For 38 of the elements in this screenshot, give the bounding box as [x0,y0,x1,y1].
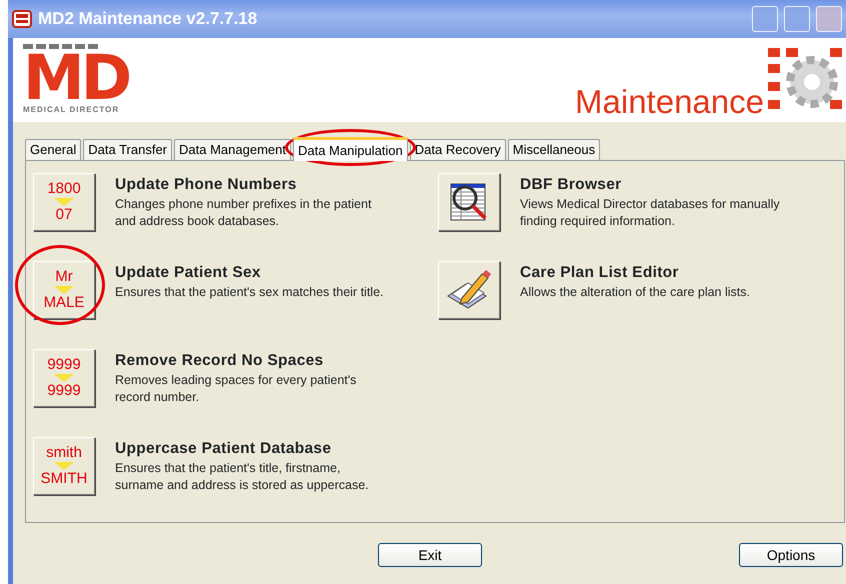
app-icon [12,7,32,31]
tab[interactable]: Data Manipulation [292,137,408,161]
dialog-button[interactable]: Options [739,543,843,567]
arrow-icon [53,373,75,383]
banner-title: Maintenance [575,85,764,118]
arrow-icon [53,461,75,471]
window-title: MD2 Maintenance v2.7.7.18 [38,8,258,30]
tab[interactable]: Miscellaneous [508,139,600,160]
tool-title: Remove Record No Spaces [115,351,324,371]
close-button[interactable] [816,6,842,32]
tool-description: Changes phone number prefixes in the patient and address book databases. [115,196,372,230]
logo-caption: MEDICAL DIRECTOR [23,104,120,116]
tool-description: Ensures that the patient's title, firstname, surname and address is stored as uppercase. [115,460,370,494]
logo-text: MD [23,52,128,104]
tool-button[interactable] [438,173,500,231]
tool-title: DBF Browser [520,175,622,195]
tool-button[interactable] [438,261,500,319]
tool-description: Allows the alteration of the care plan lists. [520,284,750,302]
minimize-button[interactable] [752,6,778,32]
tool-description: Views Medical Director databases for manually finding required information. [520,196,781,230]
tool-title: Care Plan List Editor [520,263,680,283]
tab[interactable]: Data Management [174,139,291,160]
tool-button[interactable]: Mr MALE [33,261,95,319]
tab[interactable]: Data Recovery [410,139,506,160]
tab[interactable]: Data Transfer [83,139,172,160]
dialog-button[interactable]: Exit [378,543,482,567]
tool-description: Ensures that the patient's sex matches their title. [115,284,384,302]
arrow-icon [53,285,75,295]
tool-title: Uppercase Patient Database [115,439,332,459]
tool-title: Update Phone Numbers [115,175,298,195]
tool-button[interactable]: 1800 07 [33,173,95,231]
tool-title: Update Patient Sex [115,263,262,283]
maximize-button[interactable] [784,6,810,32]
tool-button[interactable]: 9999 9999 [33,349,95,407]
tool-button[interactable]: smith SMITH [33,437,95,495]
tab[interactable]: General [25,139,82,160]
arrow-icon [53,197,75,207]
tool-description: Removes leading spaces for every patient's record number. [115,372,358,406]
